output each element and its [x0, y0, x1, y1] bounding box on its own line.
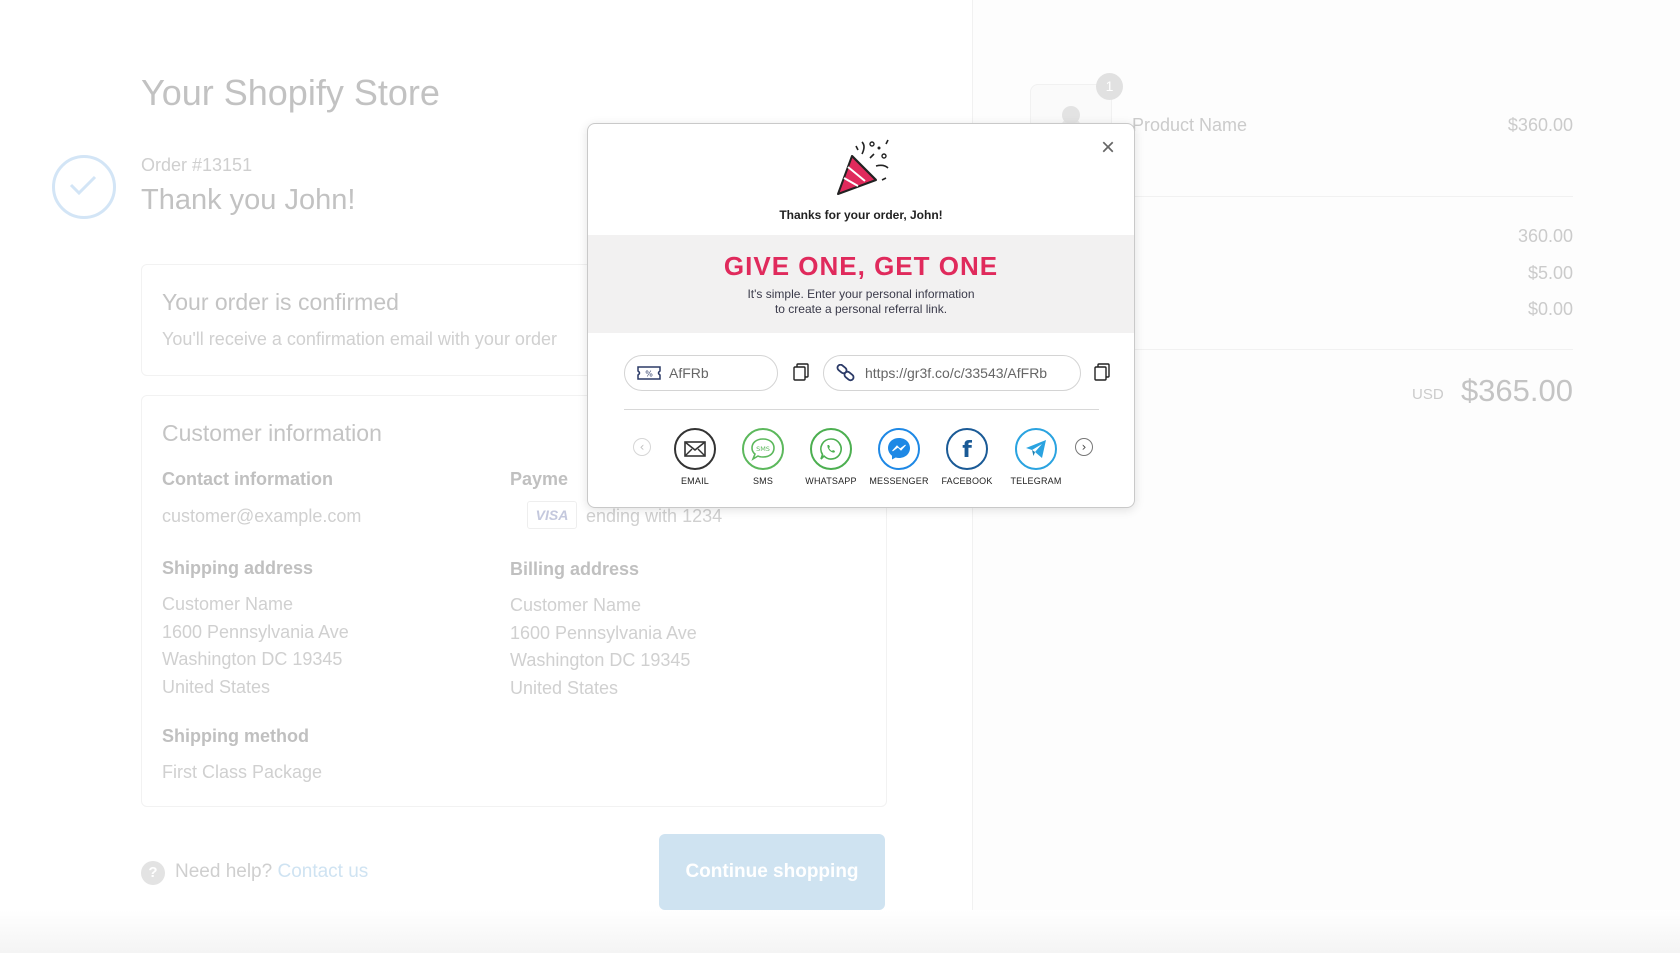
telegram-icon	[1015, 428, 1057, 470]
promo-headline: GIVE ONE, GET ONE	[723, 251, 999, 281]
modal-thanks-text: Thanks for your order, John!	[779, 208, 943, 222]
promo-subtext-line2: to create a personal referral link.	[774, 302, 948, 316]
share-label: SMS	[752, 476, 774, 486]
shipping-line: United States	[162, 677, 271, 697]
whatsapp-icon	[810, 428, 852, 470]
product-price: $360.00	[1507, 115, 1573, 135]
referral-link-value: https://gr3f.co/c/33543/AfFRb	[865, 365, 1048, 381]
billing-line: Washington DC 19345	[510, 650, 691, 670]
share-email-button[interactable]: EMAIL	[660, 428, 730, 486]
confirmed-heading: Your order is confirmed	[162, 289, 399, 315]
product-name: Product Name	[1132, 115, 1248, 135]
shipping-value: $5.00	[1527, 263, 1573, 283]
referral-modal: × Thanks for your order, John! GIVE ONE,…	[587, 123, 1135, 508]
coupon-code-value: AfFRb	[669, 365, 709, 381]
taxes-value: $0.00	[1527, 299, 1573, 319]
coupon-icon: %	[637, 364, 661, 387]
party-popper-icon	[832, 138, 892, 198]
billing-address-label: Billing address	[510, 559, 640, 579]
promo-subtext: It's simple. Enter your personal informa…	[588, 287, 1134, 317]
total-value: $365.00	[1460, 373, 1573, 408]
store-title: Your Shopify Store	[141, 72, 440, 113]
share-messenger-button[interactable]: MESSENGER	[864, 428, 934, 486]
currency-label: USD	[1412, 386, 1444, 403]
close-button[interactable]: ×	[1096, 136, 1120, 160]
shipping-line: 1600 Pennsylvania Ave	[162, 622, 349, 642]
link-icon	[836, 363, 856, 387]
help-icon: ?	[141, 861, 165, 885]
continue-shopping-button[interactable]: Continue shopping	[659, 834, 885, 910]
share-sms-button[interactable]: SMS SMS	[728, 428, 798, 486]
help-label: Need help?	[175, 861, 273, 882]
contact-label: Contact information	[162, 469, 333, 489]
shipping-line: Customer Name	[162, 594, 294, 614]
share-telegram-button[interactable]: TELEGRAM	[1001, 428, 1071, 486]
promo-band: GIVE ONE, GET ONE It's simple. Enter you…	[588, 235, 1134, 333]
bottom-shadow	[0, 910, 1680, 953]
contact-email: customer@example.com	[162, 506, 362, 526]
messenger-icon	[878, 428, 920, 470]
billing-line: 1600 Pennsylvania Ave	[510, 623, 697, 643]
visa-card-icon: VISA	[527, 501, 577, 529]
promo-subtext-line1: It's simple. Enter your personal informa…	[747, 287, 975, 301]
help-text: Need help? Contact us	[175, 861, 368, 883]
referral-link-field[interactable]: https://gr3f.co/c/33543/AfFRb	[823, 355, 1081, 391]
share-label: MESSENGER	[869, 476, 929, 486]
contact-us-link[interactable]: Contact us	[277, 861, 368, 882]
shipping-method-label: Shipping method	[162, 726, 309, 746]
shipping-address-label: Shipping address	[162, 558, 314, 578]
payment-text: ending with 1234	[586, 506, 723, 526]
share-whatsapp-button[interactable]: WHATSAPP	[796, 428, 866, 486]
customer-info-heading: Customer information	[162, 420, 382, 446]
confirmed-text: You'll receive a confirmation email with…	[162, 329, 557, 349]
share-label: EMAIL	[680, 476, 709, 486]
share-label: FACEBOOK	[941, 476, 993, 486]
checkmark-icon	[52, 155, 116, 219]
shipping-method-value: First Class Package	[162, 762, 323, 782]
facebook-icon-text: f	[962, 438, 972, 461]
share-label: TELEGRAM	[1010, 476, 1062, 486]
thank-you-heading: Thank you John!	[141, 184, 356, 216]
billing-line: Customer Name	[510, 595, 642, 615]
subtotal-value: 360.00	[1517, 226, 1573, 246]
facebook-icon: f	[946, 428, 988, 470]
share-label: WHATSAPP	[805, 476, 857, 486]
email-icon	[674, 428, 716, 470]
sms-icon: SMS	[742, 428, 784, 470]
copy-coupon-icon[interactable]	[792, 363, 810, 383]
sms-icon-text: SMS	[756, 445, 770, 453]
prev-arrow-icon[interactable]: ‹	[633, 438, 651, 456]
shipping-line: Washington DC 19345	[162, 649, 343, 669]
modal-divider	[624, 409, 1099, 410]
next-arrow-icon[interactable]: ›	[1075, 438, 1093, 456]
quantity-badge: 1	[1096, 73, 1123, 100]
svg-text:%: %	[645, 370, 653, 379]
share-facebook-button[interactable]: f FACEBOOK	[932, 428, 1002, 486]
order-number: Order #13151	[141, 155, 253, 175]
copy-link-icon[interactable]	[1093, 363, 1111, 383]
payment-label: Payme	[510, 469, 569, 489]
coupon-code-field[interactable]: % AfFRb	[624, 355, 778, 391]
billing-line: United States	[510, 678, 619, 698]
